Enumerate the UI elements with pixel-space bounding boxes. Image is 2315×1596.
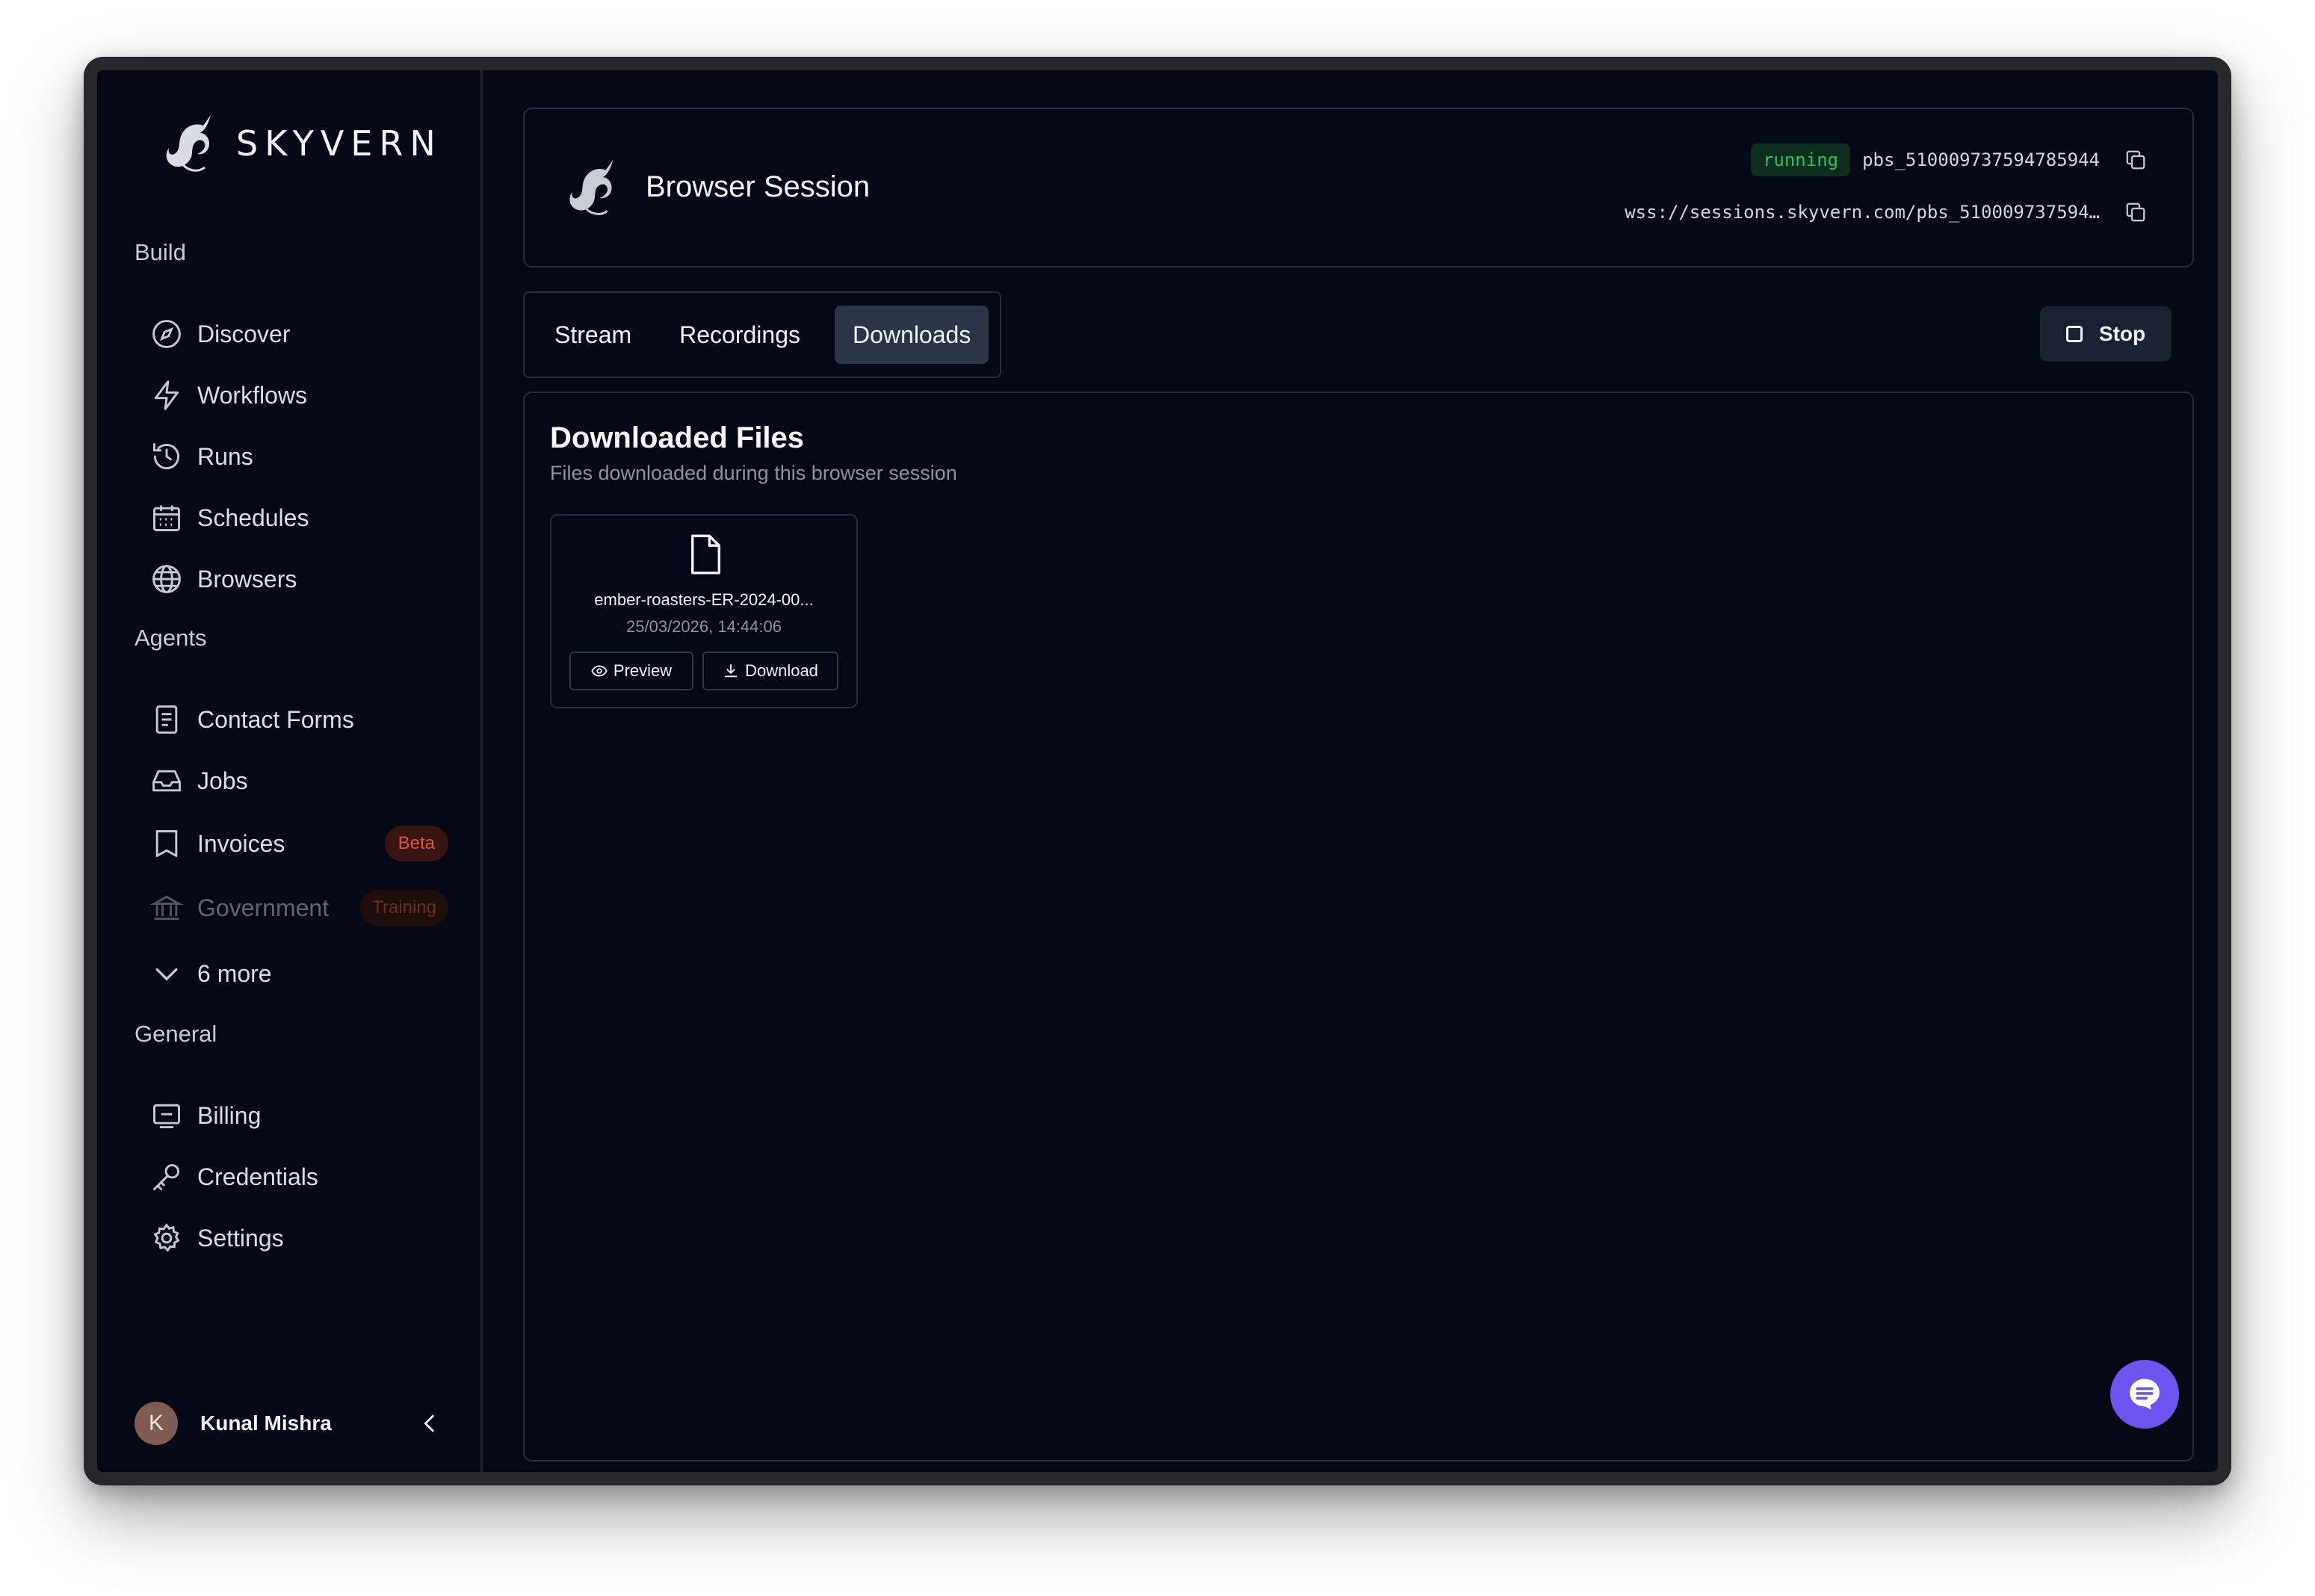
history-icon	[149, 439, 184, 474]
chat-bubble-icon	[2130, 1379, 2160, 1410]
sidebar-item-label: Schedules	[197, 504, 309, 531]
bank-icon	[149, 891, 184, 925]
session-tabs: Stream Recordings Downloads	[523, 291, 1001, 378]
beta-badge: Beta	[384, 826, 448, 862]
copy-icon[interactable]	[2121, 145, 2151, 175]
chevron-down-icon	[149, 956, 184, 991]
stop-label: Stop	[2098, 322, 2146, 345]
sidebar-item-jobs[interactable]: Jobs	[149, 756, 448, 805]
receipt-icon	[149, 826, 184, 861]
copy-icon[interactable]	[2121, 197, 2151, 227]
sidebar-item-label: Invoices	[197, 829, 285, 857]
session-url-row: wss://sessions.skyvern.com/pbs_510009737…	[1625, 197, 2151, 227]
sidebar-item-label: Credentials	[197, 1163, 318, 1190]
calendar-icon	[149, 501, 184, 535]
user-profile[interactable]: K Kunal Mishra	[135, 1397, 448, 1450]
user-name: Kunal Mishra	[200, 1411, 332, 1435]
sidebar-item-label: Jobs	[197, 767, 248, 794]
sidebar-item-more[interactable]: 6 more	[149, 949, 448, 998]
brand-logo[interactable]: SKYVERN	[158, 109, 442, 178]
session-id-row: running pbs_510009737594785944	[1750, 143, 2151, 176]
stop-square-icon	[2065, 326, 2083, 342]
sidebar-item-browsers[interactable]: Browsers	[149, 554, 448, 604]
session-ws-url: wss://sessions.skyvern.com/pbs_510009737…	[1625, 202, 2100, 223]
avatar: K	[135, 1402, 178, 1445]
sidebar-item-settings[interactable]: Settings	[149, 1213, 448, 1263]
section-label-agents: Agents	[135, 625, 207, 651]
billing-icon	[149, 1098, 184, 1133]
download-button[interactable]: Download	[702, 652, 838, 690]
training-badge: Training	[360, 890, 448, 926]
eye-icon	[591, 665, 608, 677]
sidebar-item-label: Contact Forms	[197, 705, 354, 733]
file-name: ember-roasters-ER-2024-00...	[594, 590, 814, 609]
collapse-sidebar-button[interactable]	[411, 1405, 448, 1442]
sidebar-item-label: Discover	[197, 320, 291, 347]
sidebar-item-credentials[interactable]: Credentials	[149, 1152, 448, 1201]
tab-downloads[interactable]: Downloads	[835, 306, 989, 364]
sidebar-item-contact-forms[interactable]: Contact Forms	[149, 695, 448, 744]
sidebar-item-workflows[interactable]: Workflows	[149, 371, 448, 420]
chevron-left-icon	[424, 1414, 434, 1432]
key-icon	[149, 1160, 184, 1194]
download-icon	[724, 664, 738, 678]
skyvern-dragon-logo-icon	[569, 159, 613, 215]
sidebar-item-label: Government	[197, 894, 330, 921]
section-label-general: General	[135, 1021, 217, 1047]
sidebar-item-label: Settings	[197, 1224, 284, 1252]
form-icon	[149, 702, 184, 737]
sidebar-item-discover[interactable]: Discover	[149, 309, 448, 359]
session-header: Browser Session running pbs_510009737594…	[523, 108, 2194, 267]
page-title: Browser Session	[646, 170, 871, 203]
sidebar-item-runs[interactable]: Runs	[149, 432, 448, 481]
sidebar-item-invoices[interactable]: Invoices Beta	[149, 819, 448, 868]
inbox-icon	[149, 764, 184, 798]
sidebar-item-label: Workflows	[197, 381, 307, 409]
section-label-build: Build	[135, 239, 186, 265]
downloads-title: Downloaded Files	[550, 421, 805, 454]
chat-support-button[interactable]	[2110, 1360, 2179, 1429]
tab-recordings[interactable]: Recordings	[661, 306, 818, 364]
status-badge: running	[1750, 143, 1851, 176]
sidebar-item-label: Runs	[197, 442, 253, 470]
file-icon	[691, 534, 721, 575]
sidebar-item-schedules[interactable]: Schedules	[149, 493, 448, 542]
brand-name: SKYVERN	[236, 123, 442, 164]
sidebar-item-government[interactable]: Government Training	[149, 883, 448, 932]
gear-icon	[149, 1221, 184, 1255]
compass-icon	[149, 317, 184, 351]
globe-icon	[149, 562, 184, 596]
session-id: pbs_510009737594785944	[1862, 149, 2100, 170]
preview-label: Preview	[613, 661, 673, 680]
preview-button[interactable]: Preview	[569, 652, 693, 690]
skyvern-dragon-logo-icon	[166, 115, 211, 172]
sidebar-item-label: 6 more	[197, 959, 272, 987]
sidebar-item-label: Browsers	[197, 565, 297, 593]
file-card: ember-roasters-ER-2024-00... 25/03/2026,…	[550, 514, 858, 708]
downloads-subtitle: Files downloaded during this browser ses…	[550, 462, 957, 484]
file-date: 25/03/2026, 14:44:06	[626, 617, 782, 636]
download-label: Download	[745, 661, 818, 680]
bolt-icon	[149, 378, 184, 412]
tab-stream[interactable]: Stream	[537, 306, 649, 364]
stop-button[interactable]: Stop	[2040, 306, 2172, 362]
sidebar: SKYVERN Build Discover Workflows Runs Sc…	[97, 70, 483, 1472]
downloads-panel: Downloaded Files Files downloaded during…	[523, 392, 2194, 1462]
app-window: SKYVERN Build Discover Workflows Runs Sc…	[84, 57, 2231, 1485]
sidebar-item-label: Billing	[197, 1101, 262, 1129]
sidebar-item-billing[interactable]: Billing	[149, 1091, 448, 1140]
